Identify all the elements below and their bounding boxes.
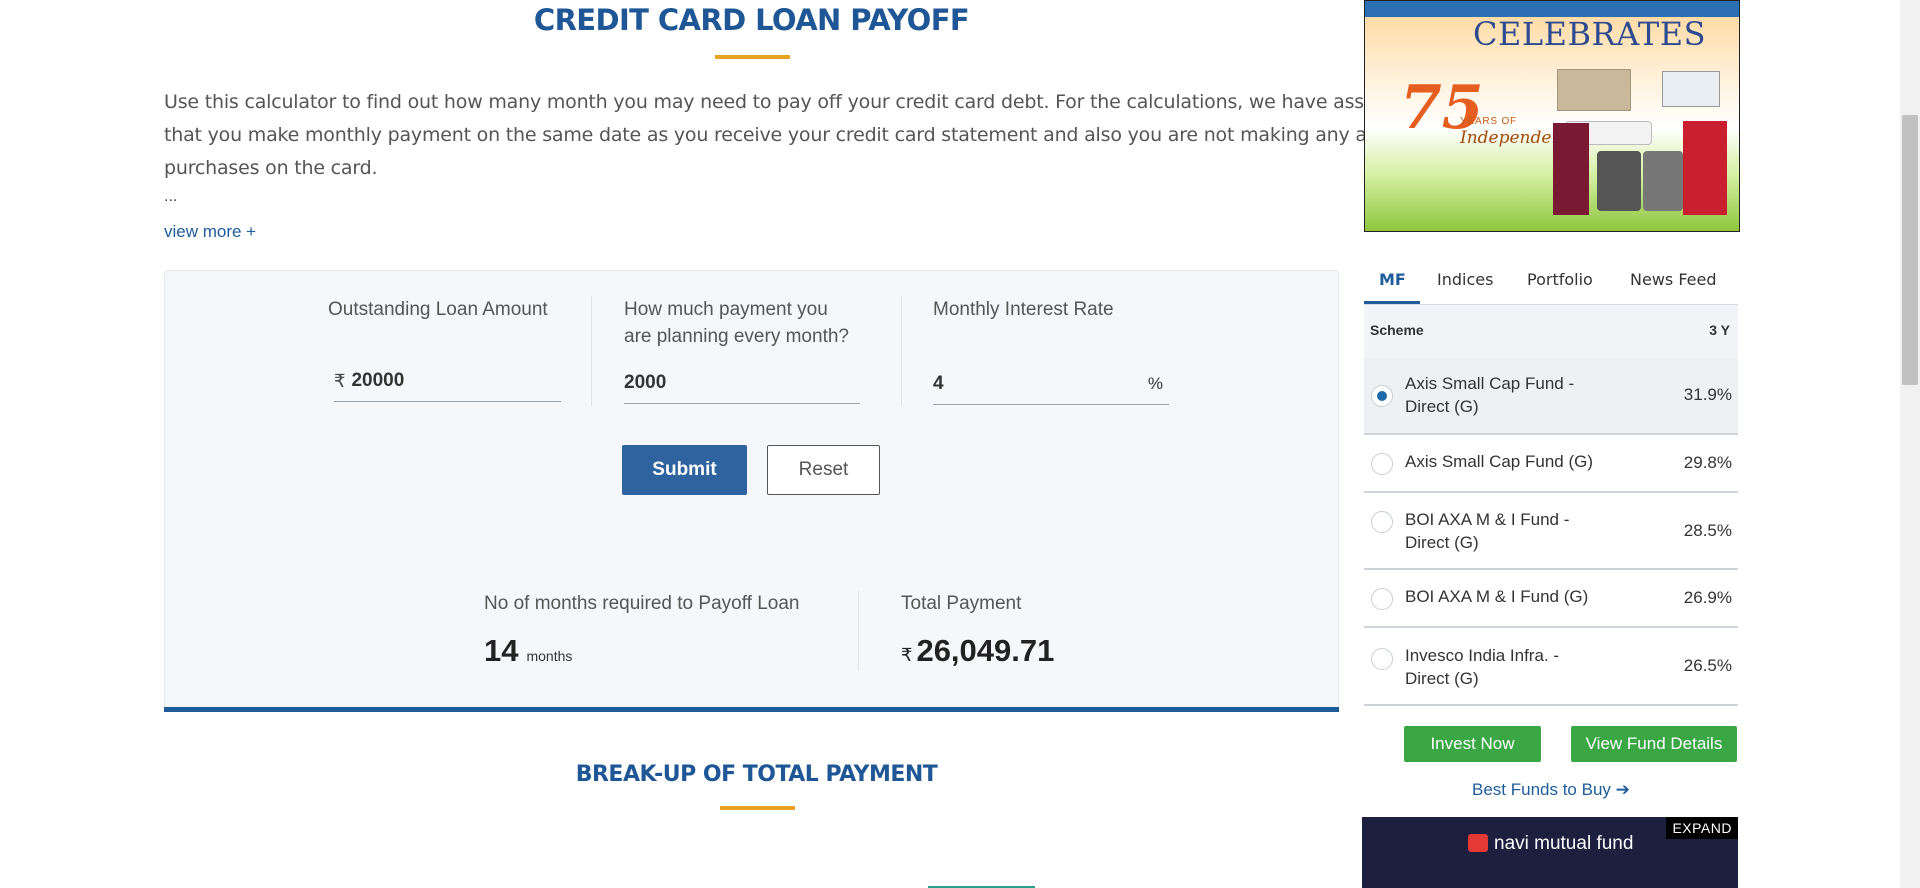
best-funds-link[interactable]: Best Funds to Buy ➔ xyxy=(1472,780,1630,800)
field-divider xyxy=(901,296,902,406)
description-line: purchases on the card. xyxy=(164,157,378,179)
percent-icon: % xyxy=(1147,374,1163,393)
interest-rate-input[interactable]: 4 % xyxy=(933,364,1169,405)
fund-row[interactable]: Invesco India Infra. - Direct (G) 26.5% xyxy=(1364,628,1738,706)
fund-row[interactable]: BOI AXA M & I Fund (G) 26.9% xyxy=(1364,570,1738,628)
tab-mf[interactable]: MF xyxy=(1379,270,1406,289)
navi-logo: navi mutual fund xyxy=(1468,833,1633,855)
fund-return: 31.9% xyxy=(1683,385,1732,404)
monthly-payment-label-line2: are planning every month? xyxy=(624,326,849,347)
monthly-payment-label: How much payment you are planning every … xyxy=(624,296,849,350)
outstanding-loan-label: Outstanding Loan Amount xyxy=(328,299,548,320)
fund-table-header: Scheme 3 Y xyxy=(1364,305,1738,359)
fund-radio[interactable] xyxy=(1371,588,1393,610)
monthly-payment-input[interactable]: 2000 xyxy=(624,363,860,404)
rupee-icon: ₹ xyxy=(901,645,913,665)
tab-indices[interactable]: Indices xyxy=(1437,270,1493,289)
fund-return: 26.5% xyxy=(1683,656,1732,675)
fund-name: BOI AXA M & I Fund (G) xyxy=(1405,587,1589,606)
view-more-link[interactable]: view more + xyxy=(164,222,256,242)
active-tab-indicator xyxy=(1364,301,1420,304)
monthly-payment-label-line1: How much payment you xyxy=(624,299,828,320)
breakup-underline xyxy=(720,806,795,810)
fund-name: Invesco India Infra. - Direct (G) xyxy=(1405,646,1560,688)
fund-row[interactable]: Axis Small Cap Fund - Direct (G) 31.9% xyxy=(1364,358,1738,435)
outstanding-loan-input[interactable]: ₹ 20000 xyxy=(334,361,561,402)
months-result-value: 14 months xyxy=(484,633,572,669)
fund-name: Axis Small Cap Fund - Direct (G) xyxy=(1405,374,1575,416)
total-payment-label: Total Payment xyxy=(901,593,1022,614)
field-divider xyxy=(591,296,592,406)
fund-return: 28.5% xyxy=(1683,521,1732,540)
breakup-title: BREAK-UP OF TOTAL PAYMENT xyxy=(575,762,938,787)
interest-rate-label: Monthly Interest Rate xyxy=(933,299,1114,320)
fund-return: 29.8% xyxy=(1683,453,1732,472)
fund-row[interactable]: Axis Small Cap Fund (G) 29.8% xyxy=(1364,435,1738,493)
navi-ad-banner[interactable]: EXPAND navi mutual fund xyxy=(1362,817,1738,888)
interest-rate-value: 4 xyxy=(933,373,944,394)
widget-tabs: MF Indices Portfolio News Feed xyxy=(1364,262,1738,305)
months-result-label: No of months required to Payoff Loan xyxy=(484,593,800,614)
ad-washing-machine-image xyxy=(1597,151,1641,211)
outstanding-loan-value: 20000 xyxy=(351,370,405,391)
fund-name: Axis Small Cap Fund (G) xyxy=(1405,452,1593,471)
ad-years-text: YEARS OF xyxy=(1460,116,1517,127)
page-description: Use this calculator to find out how many… xyxy=(164,86,1448,185)
months-unit: months xyxy=(526,648,573,664)
expand-button[interactable]: EXPAND xyxy=(1666,817,1738,839)
total-amount: 26,049.71 xyxy=(916,633,1055,668)
months-value: 14 xyxy=(484,633,519,668)
navi-logo-icon xyxy=(1468,834,1488,852)
fund-radio-selected[interactable] xyxy=(1371,385,1393,407)
header-3y-return: 3 Y xyxy=(1709,322,1730,338)
fund-radio[interactable] xyxy=(1371,648,1393,670)
reset-button[interactable]: Reset xyxy=(767,445,880,495)
title-underline xyxy=(715,55,790,59)
monthly-payment-value: 2000 xyxy=(624,372,667,393)
fund-name: BOI AXA M & I Fund - Direct (G) xyxy=(1405,510,1570,552)
fund-radio[interactable] xyxy=(1371,511,1393,533)
ad-fridge-image xyxy=(1553,123,1589,215)
fund-radio[interactable] xyxy=(1371,453,1393,475)
page-title: CREDIT CARD LOAN PAYOFF xyxy=(533,3,970,37)
calculator-bottom-border xyxy=(164,707,1339,712)
view-fund-details-button[interactable]: View Fund Details xyxy=(1571,726,1737,762)
rupee-icon: ₹ xyxy=(334,370,346,391)
tab-portfolio[interactable]: Portfolio xyxy=(1527,270,1593,289)
calculator-card: Outstanding Loan Amount ₹ 20000 How much… xyxy=(164,270,1339,710)
invest-now-button[interactable]: Invest Now xyxy=(1404,726,1541,762)
ad-fridge-image xyxy=(1683,121,1727,215)
ad-appliance-image xyxy=(1643,151,1683,211)
description-ellipsis: ... xyxy=(164,188,178,205)
fund-row[interactable]: BOI AXA M & I Fund - Direct (G) 28.5% xyxy=(1364,493,1738,570)
ad-photo xyxy=(1557,69,1631,111)
header-scheme: Scheme xyxy=(1370,322,1424,338)
submit-button[interactable]: Submit xyxy=(622,445,747,495)
total-payment-value: ₹26,049.71 xyxy=(901,633,1054,669)
scrollbar-thumb[interactable] xyxy=(1902,115,1918,385)
fund-return: 26.9% xyxy=(1683,588,1732,607)
description-line: Use this calculator to find out how many… xyxy=(164,91,1418,113)
ad-photo xyxy=(1662,71,1720,107)
tab-news-feed[interactable]: News Feed xyxy=(1630,270,1717,289)
advertisement-banner[interactable]: CELEBRATES 75 YEARS OF Independence xyxy=(1364,0,1740,232)
result-divider xyxy=(858,591,859,671)
navi-logo-text: navi mutual fund xyxy=(1494,833,1634,854)
ad-headline: CELEBRATES xyxy=(1473,15,1707,53)
description-line: that you make monthly payment on the sam… xyxy=(164,124,1448,146)
